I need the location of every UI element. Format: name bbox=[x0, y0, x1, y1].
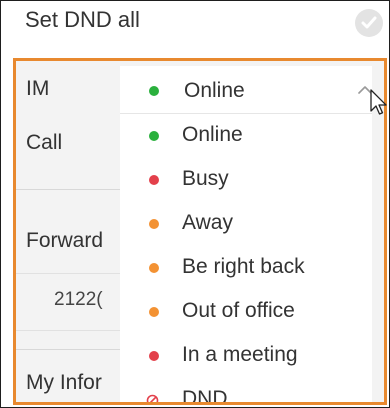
presence-panel: IM Call Forward 2122( My Infor Online On… bbox=[13, 58, 387, 405]
status-option-label: DND bbox=[182, 387, 228, 405]
call-label: Call bbox=[26, 131, 63, 154]
status-option-out-of-office[interactable]: Out of office bbox=[120, 290, 372, 334]
section-divider bbox=[16, 349, 136, 350]
mouse-pointer-icon bbox=[370, 89, 387, 115]
im-status-select[interactable]: Online bbox=[120, 66, 372, 114]
status-option-label: In a meeting bbox=[182, 343, 298, 366]
status-option-label: Busy bbox=[182, 167, 229, 190]
selected-status-label: Online bbox=[184, 79, 245, 102]
online-status-dot bbox=[149, 131, 159, 141]
status-option-dnd[interactable]: DND bbox=[120, 378, 372, 405]
status-option-be-right-back[interactable]: Be right back bbox=[120, 246, 372, 290]
status-option-away[interactable]: Away bbox=[120, 202, 372, 246]
status-option-label: Online bbox=[182, 123, 243, 146]
status-option-label: Away bbox=[182, 211, 233, 234]
im-label: IM bbox=[26, 77, 50, 100]
online-status-dot bbox=[149, 86, 159, 96]
be-right-back-status-dot bbox=[149, 263, 159, 273]
away-status-dot bbox=[149, 219, 159, 229]
settings-window: Set DND all IM Call Forward 2122( My Inf… bbox=[0, 0, 390, 408]
forward-label: Forward bbox=[26, 229, 104, 252]
status-option-busy[interactable]: Busy bbox=[120, 158, 372, 202]
out-of-office-status-dot bbox=[149, 307, 159, 317]
dnd-icon bbox=[146, 394, 159, 402]
section-divider bbox=[16, 189, 136, 190]
in-a-meeting-status-dot bbox=[149, 351, 159, 361]
dnd-all-checkbox[interactable] bbox=[355, 9, 383, 37]
forward-number: 2122( bbox=[54, 289, 103, 310]
check-icon bbox=[361, 16, 377, 29]
status-option-online[interactable]: Online bbox=[120, 114, 372, 158]
status-option-in-a-meeting[interactable]: In a meeting bbox=[120, 334, 372, 378]
set-dnd-all-row: Set DND all bbox=[1, 1, 389, 53]
busy-status-dot bbox=[149, 175, 159, 185]
my-info-label: My Infor bbox=[26, 371, 102, 394]
set-dnd-all-label: Set DND all bbox=[25, 7, 140, 32]
status-option-label: Out of office bbox=[182, 299, 295, 322]
status-option-label: Be right back bbox=[182, 255, 305, 278]
im-status-dropdown[interactable]: Online Online Busy Away Be right back Ou… bbox=[120, 66, 372, 405]
